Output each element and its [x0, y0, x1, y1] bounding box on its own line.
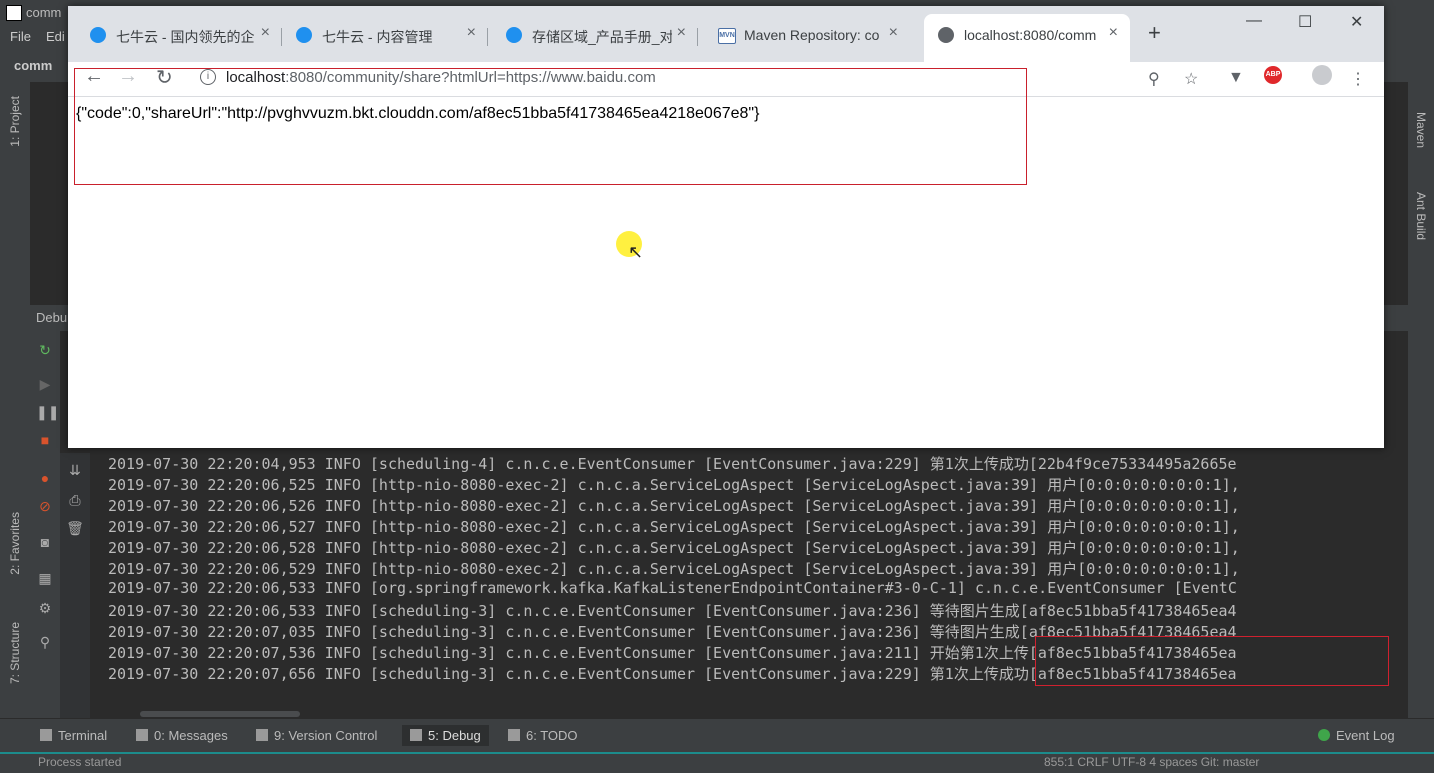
- tab-title: 七牛云 - 内容管理: [322, 29, 433, 45]
- adblock-plus-icon[interactable]: ABP: [1264, 66, 1282, 84]
- highlight-box-log: [1035, 636, 1389, 686]
- browser-tab-active[interactable]: localhost:8080/comm ×: [924, 14, 1130, 62]
- left-tool-strip: 1: Project 2: Favorites 7: Structure: [0, 82, 31, 718]
- new-tab-button[interactable]: +: [1148, 20, 1161, 46]
- ide-title: comm: [26, 5, 62, 20]
- menu-edit[interactable]: Edi: [46, 29, 65, 44]
- status-info: 855:1 CRLF UTF-8 4 spaces Git: master: [1044, 755, 1260, 769]
- pause-icon[interactable]: ❚❚: [36, 403, 59, 421]
- close-icon[interactable]: ×: [467, 24, 476, 42]
- tab-maven[interactable]: Maven: [1414, 112, 1428, 148]
- breakpoints-icon[interactable]: ●: [36, 469, 54, 487]
- tab-debug-label: 5: Debug: [428, 728, 481, 743]
- messages-icon: [136, 729, 148, 741]
- bottom-tool-tabs: Terminal 0: Messages 9: Version Control …: [0, 718, 1434, 753]
- resume-icon[interactable]: ▶: [36, 375, 54, 393]
- debug-title: Debu: [36, 310, 68, 325]
- tab-messages[interactable]: 0: Messages: [136, 728, 228, 743]
- layout-icon[interactable]: ▦: [36, 569, 54, 587]
- event-log-label: Event Log: [1336, 728, 1395, 743]
- log-line: 2019-07-30 22:20:06,526 INFO [http-nio-8…: [108, 497, 1240, 515]
- tab-title: localhost:8080/comm: [964, 27, 1097, 43]
- mouse-cursor-icon: ↖: [628, 242, 644, 262]
- stop-icon[interactable]: ■: [36, 431, 54, 449]
- gear-icon[interactable]: ⚙: [36, 599, 54, 617]
- bookmark-star-icon[interactable]: ☆: [1184, 69, 1198, 89]
- close-icon[interactable]: ×: [1109, 24, 1118, 42]
- browser-window: 七牛云 - 国内领先的企 × 七牛云 - 内容管理 × 存储区域_产品手册_对 …: [68, 6, 1384, 448]
- list-icon: [508, 729, 520, 741]
- log-line: 2019-07-30 22:20:06,527 INFO [http-nio-8…: [108, 518, 1240, 536]
- log-line: 2019-07-30 22:20:06,525 INFO [http-nio-8…: [108, 476, 1240, 494]
- tab-debug[interactable]: 5: Debug: [402, 725, 489, 746]
- log-line: 2019-07-30 22:20:06,529 INFO [http-nio-8…: [108, 560, 1240, 578]
- scroll-to-end-icon[interactable]: ⇊: [66, 461, 84, 479]
- horizontal-scrollbar[interactable]: [140, 711, 300, 717]
- mute-breakpoints-icon[interactable]: ⊘: [36, 497, 54, 515]
- highlight-box-page: [74, 68, 1027, 185]
- rerun-icon[interactable]: ↻: [36, 341, 54, 359]
- tab-separator: [487, 28, 488, 46]
- tab-separator: [697, 28, 698, 46]
- intellij-logo-icon: [6, 5, 22, 21]
- maven-icon: MVN: [718, 28, 736, 44]
- log-line: 2019-07-30 22:20:04,953 INFO [scheduling…: [108, 455, 1237, 473]
- browser-tab[interactable]: 七牛云 - 内容管理 ×: [282, 18, 488, 52]
- event-log-button[interactable]: Event Log: [1318, 728, 1395, 743]
- close-icon[interactable]: ×: [889, 24, 898, 42]
- tab-title: 七牛云 - 国内领先的企: [116, 29, 255, 45]
- close-icon[interactable]: ×: [677, 24, 686, 42]
- breadcrumb[interactable]: comm: [14, 58, 52, 73]
- tab-version-control-label: 9: Version Control: [274, 728, 378, 743]
- tab-todo[interactable]: 6: TODO: [508, 728, 578, 743]
- log-line: 2019-07-30 22:20:06,533 INFO [scheduling…: [108, 602, 1237, 620]
- log-line: 2019-07-30 22:20:06,528 INFO [http-nio-8…: [108, 539, 1240, 557]
- tab-ant-build[interactable]: Ant Build: [1414, 192, 1428, 240]
- log-line: 2019-07-30 22:20:06,533 INFO [org.spring…: [108, 579, 1237, 597]
- window-close-icon[interactable]: ✕: [1350, 12, 1363, 32]
- trash-icon[interactable]: 🗑: [66, 519, 84, 537]
- print-icon[interactable]: ⎙: [66, 491, 84, 509]
- close-icon[interactable]: ×: [261, 24, 270, 42]
- bug-icon: [410, 729, 422, 741]
- branch-icon: [256, 729, 268, 741]
- tab-messages-label: 0: Messages: [154, 728, 228, 743]
- event-log-icon: [1318, 729, 1330, 741]
- browser-tab[interactable]: 七牛云 - 国内领先的企 ×: [76, 18, 282, 52]
- menu-dots-icon[interactable]: ⋮: [1350, 69, 1366, 89]
- profile-avatar-icon[interactable]: [1312, 65, 1332, 85]
- menu-file[interactable]: File: [10, 29, 31, 44]
- qiniu-icon: [506, 27, 522, 43]
- right-tool-strip: Maven Ant Build: [1408, 82, 1434, 718]
- debug-toolbar: ↻ ▶ ❚❚ ■ ● ⊘ ◙ ▦ ⚙ ⚲: [30, 331, 60, 718]
- minimize-icon[interactable]: —: [1246, 12, 1262, 30]
- status-message: Process started: [38, 755, 122, 769]
- tab-terminal[interactable]: Terminal: [40, 728, 107, 743]
- qiniu-icon: [296, 27, 312, 43]
- zoom-icon[interactable]: ⚲: [1148, 69, 1160, 89]
- tab-project[interactable]: 1: Project: [8, 96, 22, 147]
- pin-icon[interactable]: ⚲: [36, 633, 54, 651]
- tab-favorites[interactable]: 2: Favorites: [8, 512, 22, 575]
- tab-todo-label: 6: TODO: [526, 728, 578, 743]
- maximize-icon[interactable]: ☐: [1298, 12, 1312, 32]
- pocket-icon[interactable]: ▼: [1228, 69, 1244, 87]
- tab-terminal-label: Terminal: [58, 728, 108, 743]
- tab-title: 存储区域_产品手册_对: [532, 29, 672, 45]
- tab-title: Maven Repository: co: [744, 27, 880, 43]
- tab-version-control[interactable]: 9: Version Control: [256, 728, 377, 743]
- console-toolbar: ⇊ ⎙ 🗑: [60, 453, 90, 718]
- tab-structure[interactable]: 7: Structure: [8, 622, 22, 684]
- terminal-icon: [40, 729, 52, 741]
- status-bar: Process started 855:1 CRLF UTF-8 4 space…: [0, 752, 1434, 773]
- qiniu-icon: [90, 27, 106, 43]
- browser-tab[interactable]: MVN Maven Repository: co ×: [704, 18, 910, 52]
- globe-icon: [938, 27, 954, 43]
- camera-icon[interactable]: ◙: [36, 533, 54, 551]
- browser-tab[interactable]: 存储区域_产品手册_对 ×: [492, 18, 698, 52]
- tab-strip: 七牛云 - 国内领先的企 × 七牛云 - 内容管理 × 存储区域_产品手册_对 …: [68, 6, 1384, 62]
